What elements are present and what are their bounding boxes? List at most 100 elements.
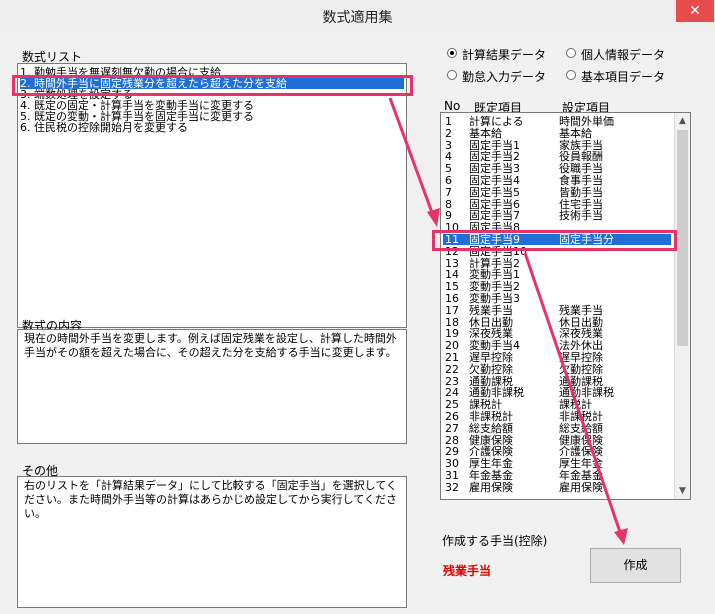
item-list-row[interactable]: 32 雇用保険 雇用保険 xyxy=(443,482,671,493)
create-button[interactable]: 作成 xyxy=(590,548,681,583)
item-list-row[interactable]: 20 変動手当4 法外休出 xyxy=(443,340,671,351)
row-default-item: 残業手当 xyxy=(469,303,513,317)
content-textbox[interactable]: 現在の時間外手当を変更します。例えば固定残業を設定し、計算した時間外手当がその額… xyxy=(17,329,407,444)
dialog-body: 数式リスト 1. 勤勉手当を無遅刻無欠勤の場合に支給 2. 時間外手当に固定残業分… xyxy=(0,32,715,614)
item-list-row[interactable]: 8 固定手当6 住宅手当 xyxy=(443,199,671,210)
item-list-row[interactable]: 23 通勤課税 通勤課税 xyxy=(443,376,671,387)
row-setting-item: 役職手当 xyxy=(559,162,603,176)
item-list-row[interactable]: 13 計算手当2 xyxy=(443,258,671,269)
other-textbox[interactable]: 右のリストを「計算結果データ」にして比較する「固定手当」を選択してください。また… xyxy=(17,476,407,608)
row-no: 6 xyxy=(445,174,452,187)
row-no: 29 xyxy=(445,445,459,459)
item-list-row[interactable]: 21 遅早控除 遅早控除 xyxy=(443,352,671,363)
item-list-row[interactable]: 31 年金基金 年金基金 xyxy=(443,470,671,481)
row-default-item: 固定手当3 xyxy=(469,162,520,176)
item-list-row[interactable]: 30 厚生年金 厚生年金 xyxy=(443,458,671,469)
item-list-row[interactable]: 26 非課税計 非課税計 xyxy=(443,411,671,422)
title-bar: 数式適用集 ✕ xyxy=(0,0,715,32)
row-setting-item: 年金基金 xyxy=(559,469,603,482)
annotation-highlight-item xyxy=(432,230,677,251)
formula-listbox[interactable]: 1. 勤勉手当を無遅刻無欠勤の場合に支給 2. 時間外手当に固定残業分を超えたら超… xyxy=(17,63,407,328)
row-no: 14 xyxy=(445,268,459,282)
row-no: 18 xyxy=(445,315,459,329)
item-list-row[interactable]: 15 変動手当2 xyxy=(443,281,671,292)
row-no: 17 xyxy=(445,303,459,317)
row-no: 15 xyxy=(445,280,459,294)
window-title: 数式適用集 xyxy=(322,10,393,26)
item-list-row[interactable]: 22 欠勤控除 欠勤控除 xyxy=(443,364,671,375)
row-no: 1 xyxy=(445,115,452,128)
create-allowance-label: 作成する手当(控除) xyxy=(442,534,548,548)
row-no: 28 xyxy=(445,433,459,447)
row-default-item: 通勤課税 xyxy=(469,374,513,388)
radio-personal-info-button[interactable] xyxy=(566,48,576,58)
row-default-item: 固定手当6 xyxy=(469,197,520,211)
item-list-row[interactable]: 7 固定手当5 皆勤手当 xyxy=(443,187,671,198)
item-list-row[interactable]: 6 固定手当4 食事手当 xyxy=(443,175,671,186)
radio-basic-items-button[interactable] xyxy=(566,70,576,80)
row-setting-item: 家族手当 xyxy=(559,138,603,152)
row-no: 27 xyxy=(445,421,459,435)
row-setting-item: 厚生年金 xyxy=(559,457,603,471)
row-no: 19 xyxy=(445,327,459,341)
radio-personal-info-label: 個人情報データ xyxy=(581,48,666,62)
item-listbox[interactable]: 1 計算による 時間外単価 2 基本給 基本給 3 固定手当1 家族手当 4 固定手当2 役員報酬 5 固… xyxy=(440,112,691,500)
item-list-row[interactable]: 17 残業手当 残業手当 xyxy=(443,305,671,316)
radio-calc-result-button[interactable] xyxy=(447,48,457,58)
row-setting-item: 残業手当 xyxy=(559,303,603,317)
row-default-item: 計算手当2 xyxy=(469,256,520,270)
row-setting-item: 技術手当 xyxy=(559,209,603,223)
item-list-row[interactable]: 16 変動手当3 xyxy=(443,293,671,304)
row-no: 5 xyxy=(445,162,452,176)
row-setting-item: 住宅手当 xyxy=(559,197,603,211)
row-setting-item: 総支給額 xyxy=(559,421,603,435)
row-no: 22 xyxy=(445,362,459,376)
item-list-row[interactable]: 14 変動手当1 xyxy=(443,269,671,280)
row-setting-item: 通勤非課税 xyxy=(559,386,614,400)
close-button[interactable]: ✕ xyxy=(676,0,714,22)
radio-attendance-button[interactable] xyxy=(447,70,457,80)
item-list-row[interactable]: 28 健康保険 健康保険 xyxy=(443,435,671,446)
row-no: 2 xyxy=(445,126,452,140)
row-no: 31 xyxy=(445,469,459,482)
row-default-item: 通勤非課税 xyxy=(469,386,524,400)
item-list-row[interactable]: 9 固定手当7 技術手当 xyxy=(443,210,671,221)
item-list-row[interactable]: 27 総支給額 総支給額 xyxy=(443,423,671,434)
row-no: 25 xyxy=(445,398,459,412)
item-list-scrollbar[interactable]: ▲ ▼ xyxy=(674,113,690,499)
item-list-row[interactable]: 24 通勤非課税 通勤非課税 xyxy=(443,387,671,398)
scroll-down-arrow[interactable]: ▼ xyxy=(675,483,690,499)
row-default-item: 計算による xyxy=(469,115,524,128)
row-default-item: 変動手当1 xyxy=(469,268,520,282)
scroll-up-arrow[interactable]: ▲ xyxy=(675,113,690,129)
row-default-item: 変動手当4 xyxy=(469,339,520,353)
row-setting-item: 欠勤控除 xyxy=(559,362,603,376)
row-no: 21 xyxy=(445,351,459,364)
item-list-row[interactable]: 1 計算による 時間外単価 xyxy=(443,116,671,127)
annotation-highlight-formula xyxy=(12,75,413,96)
formula-list-item[interactable]: 6. 住民税の控除開始月を変更する xyxy=(20,122,404,133)
row-default-item: 固定手当7 xyxy=(469,209,520,223)
item-list-row[interactable]: 19 深夜残業 深夜残業 xyxy=(443,328,671,339)
row-setting-item: 通勤課税 xyxy=(559,374,603,388)
row-no: 8 xyxy=(445,197,452,211)
row-default-item: 固定手当1 xyxy=(469,138,520,152)
row-setting-item: 課税計 xyxy=(559,398,592,412)
row-setting-item: 食事手当 xyxy=(559,174,603,187)
row-default-item: 厚生年金 xyxy=(469,457,513,471)
item-list-row[interactable]: 18 休日出勤 休日出勤 xyxy=(443,317,671,328)
row-setting-item: 深夜残業 xyxy=(559,327,603,341)
item-list-row[interactable]: 2 基本給 基本給 xyxy=(443,128,671,139)
item-list-row[interactable]: 3 固定手当1 家族手当 xyxy=(443,140,671,151)
row-setting-item: 雇用保険 xyxy=(559,480,603,494)
other-text: 右のリストを「計算結果データ」にして比較する「固定手当」を選択してください。また… xyxy=(24,479,398,520)
row-default-item: 年金基金 xyxy=(469,469,513,482)
item-list-row[interactable]: 4 固定手当2 役員報酬 xyxy=(443,151,671,162)
row-no: 7 xyxy=(445,185,452,199)
row-default-item: 遅早控除 xyxy=(469,351,513,364)
item-list-row[interactable]: 29 介護保険 介護保険 xyxy=(443,446,671,457)
item-list-row[interactable]: 5 固定手当3 役職手当 xyxy=(443,163,671,174)
item-list-row[interactable]: 25 課税計 課税計 xyxy=(443,399,671,410)
row-setting-item: 介護保険 xyxy=(559,445,603,459)
scroll-thumb[interactable] xyxy=(677,130,688,346)
